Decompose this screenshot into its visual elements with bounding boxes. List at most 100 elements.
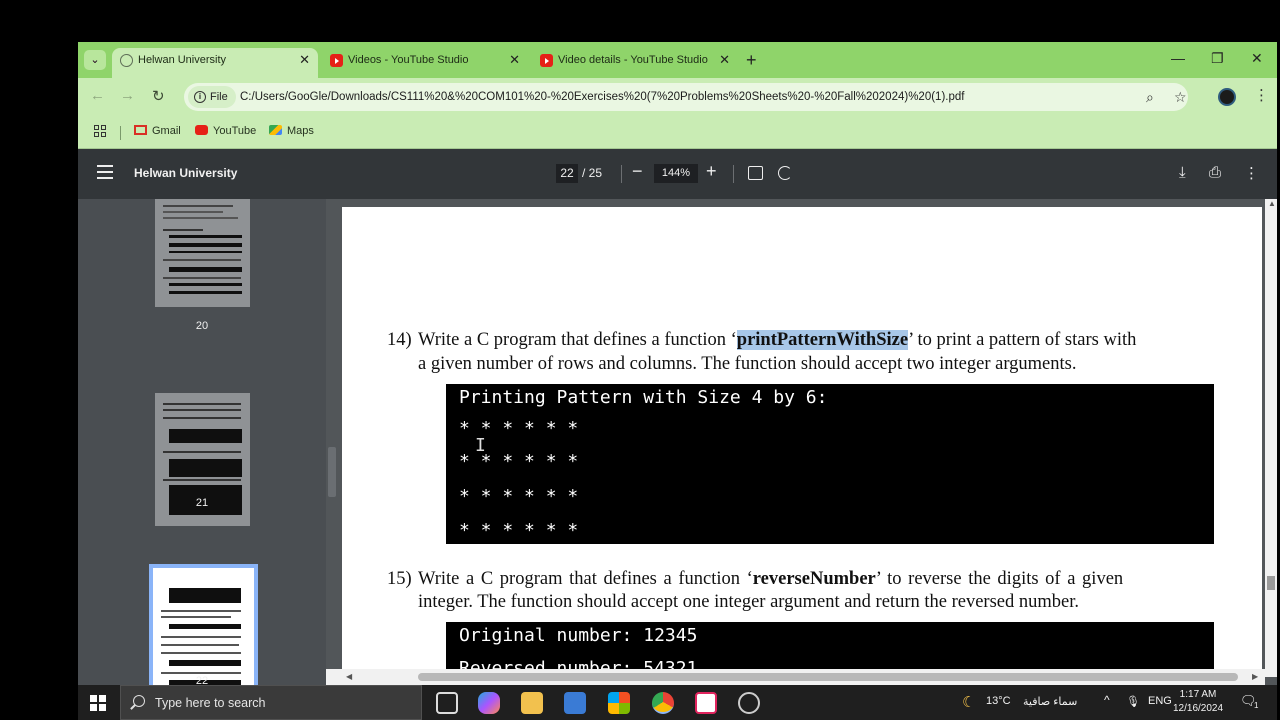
obs-icon[interactable]: [738, 692, 760, 714]
youtube-icon: [540, 54, 553, 67]
thumbnail-page-20[interactable]: [155, 199, 250, 307]
bookmarks-divider: [120, 126, 121, 140]
taskbar-search[interactable]: Type here to search: [120, 685, 422, 720]
thumbnail-page-22[interactable]: [149, 564, 258, 685]
site-info-chip[interactable]: i File: [188, 86, 236, 108]
weather-moon-icon: ☾: [962, 694, 976, 711]
chrome-icon[interactable]: [652, 692, 674, 714]
close-tab-icon[interactable]: ✕: [719, 48, 730, 72]
bookmark-label: Gmail: [152, 125, 181, 137]
rotate-icon[interactable]: [778, 166, 792, 180]
sidebar-scrollbar[interactable]: [328, 447, 336, 497]
store-icon[interactable]: [564, 692, 586, 714]
forward-arrow-icon[interactable]: →: [120, 87, 135, 104]
browser-menu-icon[interactable]: ⋮: [1254, 86, 1269, 104]
youtube-icon: [195, 125, 208, 135]
vertical-scrollbar[interactable]: ▲: [1265, 199, 1277, 677]
thumbnail-label: 21: [195, 497, 209, 509]
console-row: * * * * * *: [459, 486, 579, 507]
question-line: Write a C program that defines a functio…: [418, 569, 1124, 589]
zoom-out-icon[interactable]: −: [632, 161, 643, 182]
weather-temp[interactable]: 13°C: [986, 695, 1011, 707]
function-name: reverseNumber: [752, 569, 876, 589]
toolbar-divider: [621, 165, 622, 183]
close-window-button[interactable]: ✕: [1251, 50, 1263, 67]
pdf-viewer[interactable]: 14) Write a C program that defines a fun…: [326, 199, 1277, 685]
print-icon[interactable]: ⎙: [1209, 164, 1221, 181]
zoom-in-icon[interactable]: +: [706, 161, 717, 182]
task-view-icon[interactable]: [436, 692, 458, 714]
more-options-icon[interactable]: ⋮: [1244, 164, 1259, 182]
question-line: a given number of rows and columns. The …: [418, 354, 1077, 374]
download-icon[interactable]: ⤓: [1179, 164, 1186, 181]
reload-icon[interactable]: ↻: [152, 87, 165, 105]
maps-icon: [269, 125, 282, 135]
console-row: Original number: 12345: [459, 625, 698, 646]
windows-start-icon[interactable]: [90, 695, 106, 711]
bookmark-youtube[interactable]: YouTube: [195, 125, 256, 137]
menu-icon[interactable]: [97, 165, 113, 179]
text-cursor-icon: I: [475, 435, 486, 456]
pdf-title: Helwan University: [134, 166, 238, 180]
scroll-left-icon[interactable]: ◀: [346, 672, 352, 681]
bookmark-gmail[interactable]: Gmail: [134, 125, 181, 137]
taskbar-clock[interactable]: 1:17 AM 12/16/2024: [1173, 688, 1223, 716]
console-output-14: Printing Pattern with Size 4 by 6: * * *…: [446, 384, 1214, 544]
console-row: * * * * * *: [459, 520, 579, 541]
bookmark-label: YouTube: [213, 125, 257, 137]
restore-button[interactable]: ❐: [1211, 50, 1224, 67]
thumbnail-sidebar: 20 21 22: [78, 199, 326, 685]
bookmark-star-icon[interactable]: ☆: [1174, 89, 1187, 106]
scrollbar-thumb[interactable]: [1267, 576, 1275, 590]
scroll-up-icon[interactable]: ▲: [1268, 199, 1276, 208]
scrollbar-thumb[interactable]: [418, 673, 1238, 681]
thumbnail-label: 22: [195, 675, 209, 685]
console-heading: Printing Pattern with Size 4 by 6:: [459, 387, 828, 408]
question-15: 15) Write a C program that defines a fun…: [387, 567, 1257, 617]
clock-date: 12/16/2024: [1173, 703, 1224, 714]
tab-title: Helwan University: [138, 54, 227, 66]
file-chip-label: File: [210, 91, 228, 103]
back-arrow-icon[interactable]: ←: [90, 87, 105, 104]
file-explorer-icon[interactable]: [521, 692, 543, 714]
copilot-icon[interactable]: [478, 692, 500, 714]
tab-youtube-videos[interactable]: Videos - YouTube Studio ✕: [322, 48, 528, 78]
horizontal-scrollbar[interactable]: ◀ ▶: [326, 669, 1265, 685]
youtube-icon: [330, 54, 343, 67]
tab-search-button[interactable]: ⌄: [84, 50, 106, 70]
search-placeholder: Type here to search: [155, 696, 266, 710]
url-text[interactable]: C:/Users/GooGle/Downloads/CS111%20&%20CO…: [240, 83, 964, 111]
tab-helwan-university[interactable]: Helwan University ✕: [112, 48, 318, 78]
zoom-icon[interactable]: ⌕: [1146, 89, 1154, 106]
tab-youtube-video-details[interactable]: Video details - YouTube Studio ✕: [532, 48, 738, 78]
question-number: 14): [387, 330, 412, 350]
weather-text[interactable]: سماء صافية: [1023, 695, 1077, 708]
profile-avatar[interactable]: [1218, 88, 1236, 106]
windows-taskbar: Type here to search ☾ 13°C سماء صافية ^ …: [78, 685, 1277, 720]
fit-page-icon[interactable]: [748, 166, 763, 180]
language-indicator[interactable]: ENG: [1148, 695, 1172, 707]
tray-expand-icon[interactable]: ^: [1104, 693, 1110, 707]
office-icon[interactable]: [608, 692, 630, 714]
highlighted-function-name: printPatternWithSize: [736, 330, 909, 350]
question-number: 15): [387, 569, 412, 589]
address-bar-row: ← → ↻ i File C:/Users/GooGle/Downloads/C…: [78, 78, 1277, 116]
bookmark-maps[interactable]: Maps: [269, 125, 314, 137]
omnibox[interactable]: i File C:/Users/GooGle/Downloads/CS111%2…: [184, 83, 1188, 111]
question-14: 14) Write a C program that defines a fun…: [387, 328, 1257, 378]
minimize-button[interactable]: —: [1171, 50, 1185, 66]
apps-grid-icon[interactable]: [94, 125, 107, 138]
scroll-right-icon[interactable]: ▶: [1252, 672, 1258, 681]
toolbar-divider: [733, 165, 734, 183]
page-number-input[interactable]: 22: [556, 164, 578, 183]
thumbnail-label: 20: [195, 320, 209, 332]
new-tab-button[interactable]: +: [746, 48, 757, 72]
bookmarks-bar: Gmail YouTube Maps: [78, 116, 1277, 149]
my-app-icon[interactable]: [695, 692, 717, 714]
microphone-icon[interactable]: 🎙: [1126, 695, 1140, 708]
browser-window: ⌄ Helwan University ✕ Videos - YouTube S…: [78, 42, 1277, 685]
close-tab-icon[interactable]: ✕: [299, 48, 310, 72]
tab-title: Videos - YouTube Studio: [348, 54, 469, 66]
zoom-level-input[interactable]: 144%: [654, 164, 698, 183]
close-tab-icon[interactable]: ✕: [509, 48, 520, 72]
